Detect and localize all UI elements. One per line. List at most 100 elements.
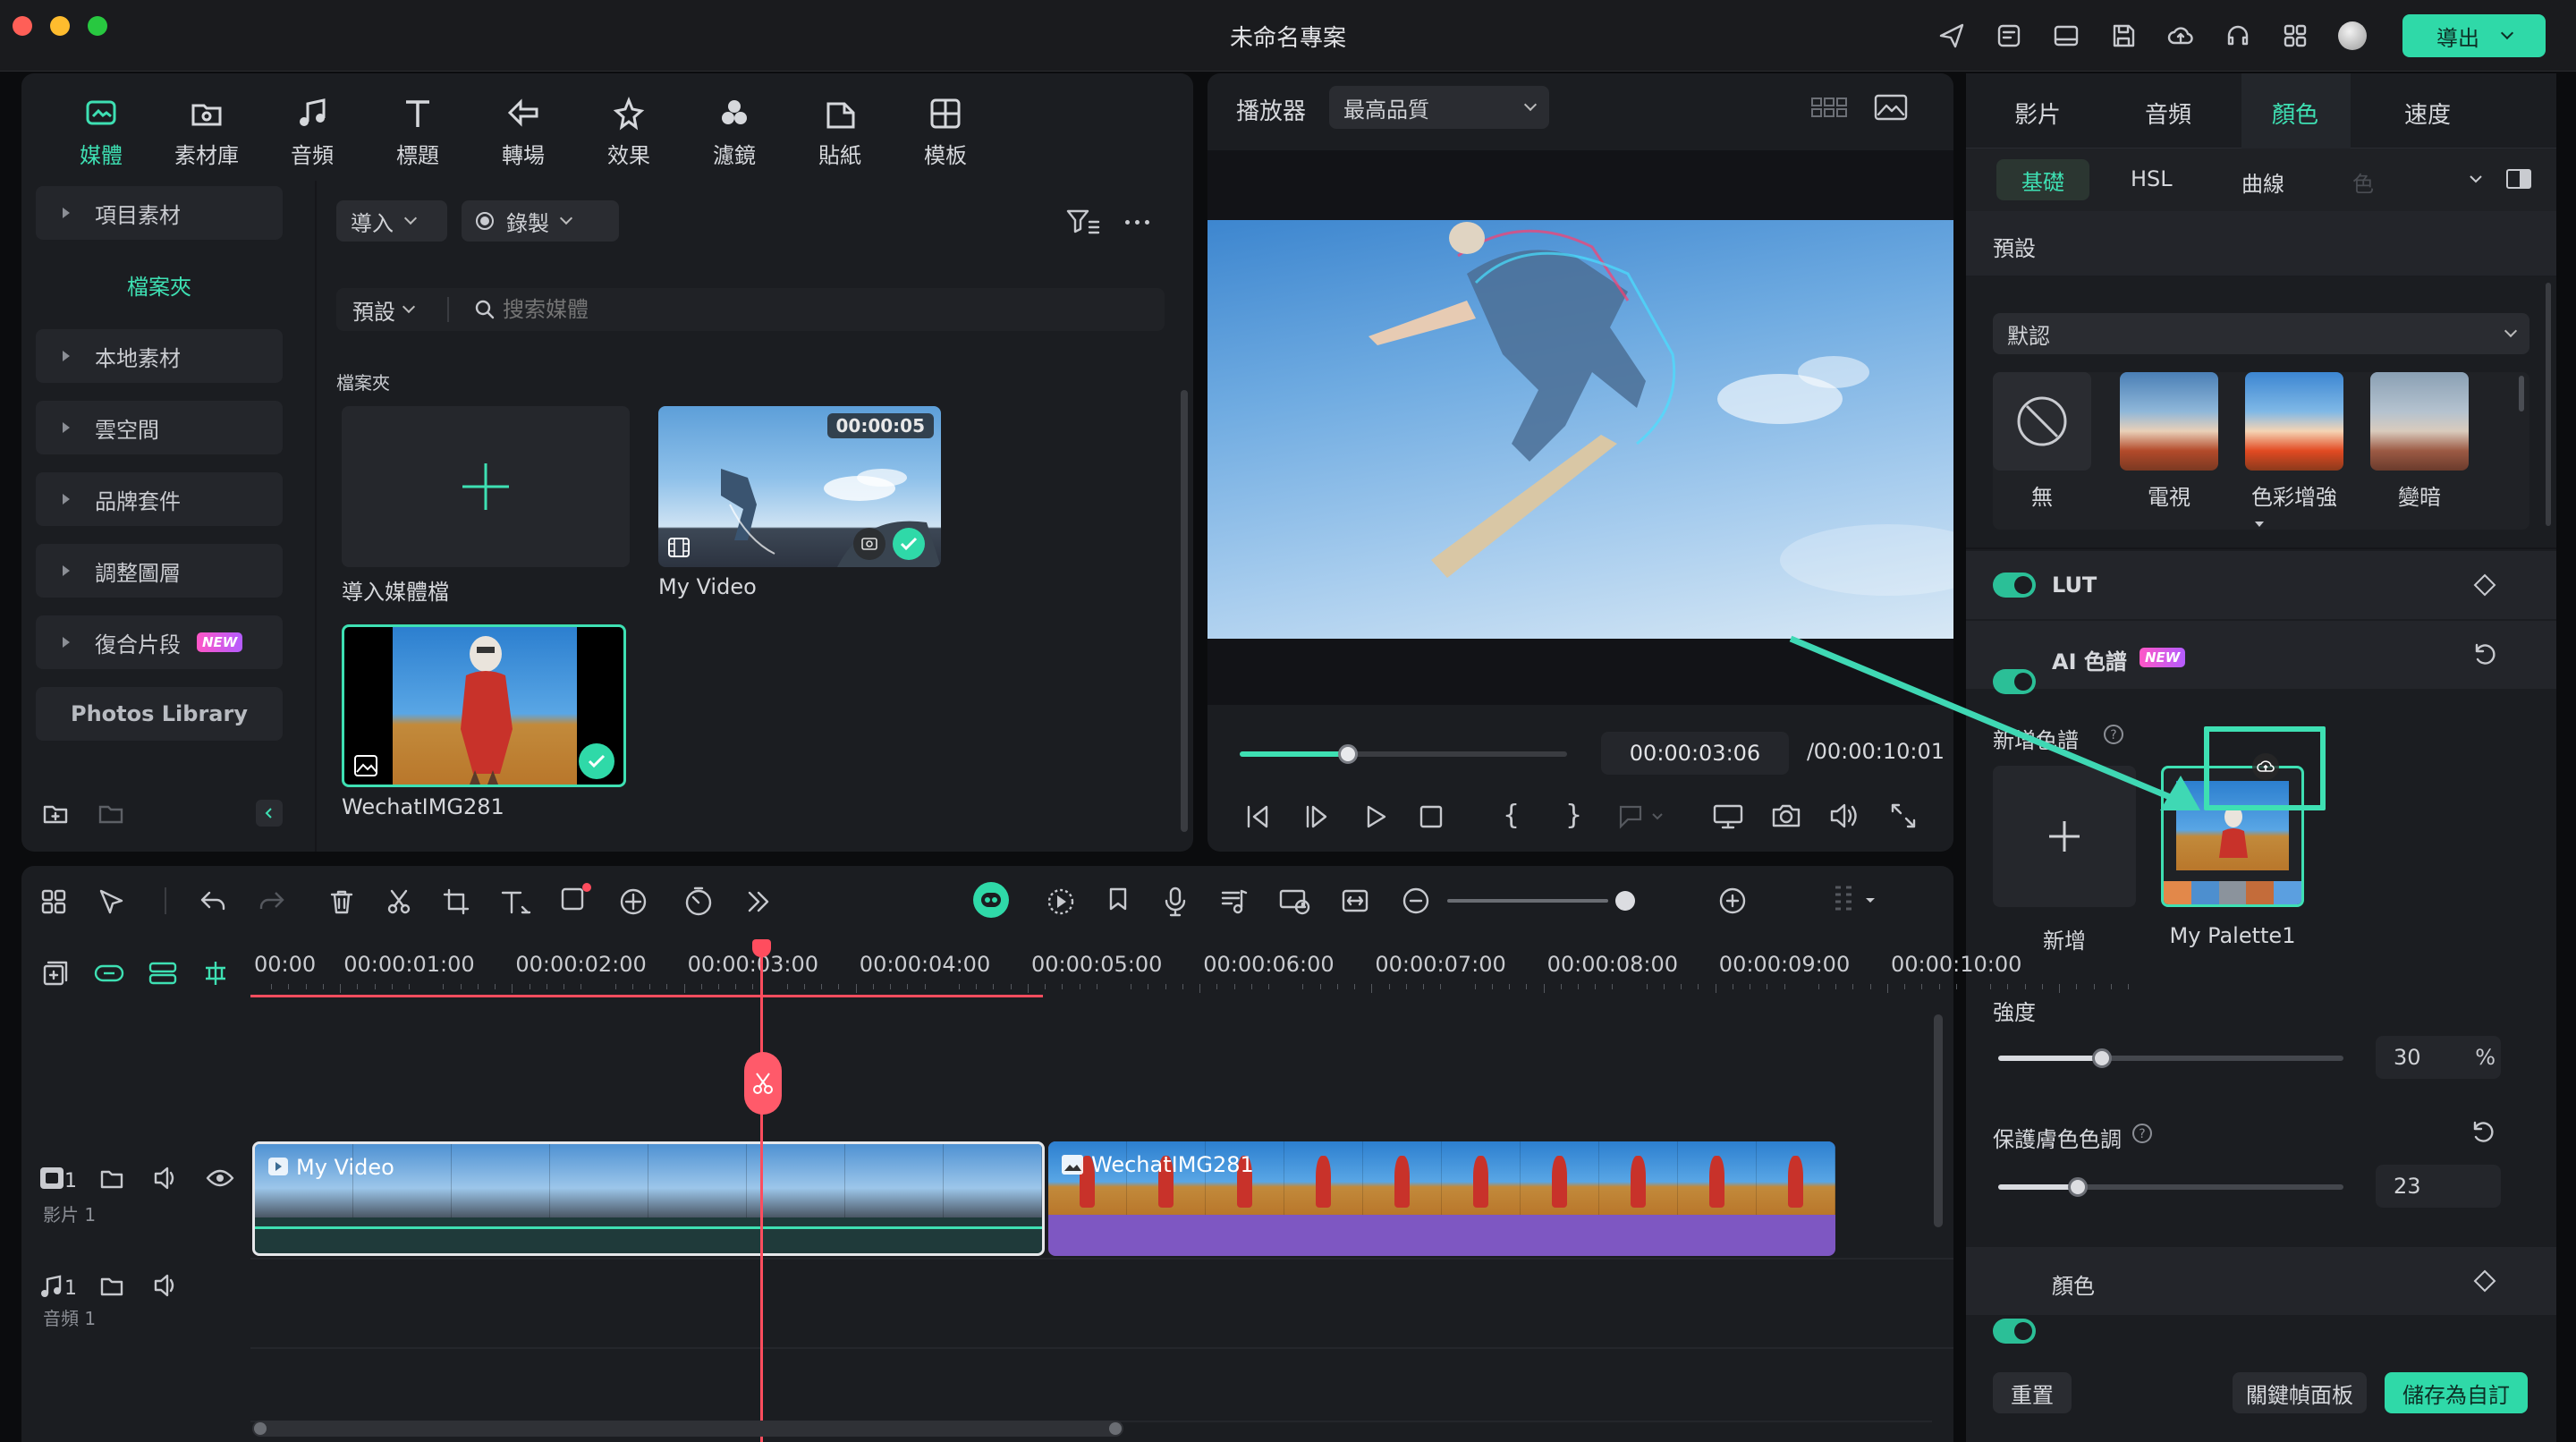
send-icon[interactable] xyxy=(1937,21,1966,50)
camera-snapshot-icon[interactable] xyxy=(1771,802,1801,830)
track-manager-icon[interactable] xyxy=(147,959,179,988)
subtab-color-wheel[interactable]: 色 xyxy=(2352,166,2374,198)
preset-color-enhance[interactable] xyxy=(2245,372,2343,471)
sidebar-item-adjustment-layer[interactable]: 調整圖層 xyxy=(36,544,283,598)
split-at-playhead-button[interactable] xyxy=(744,1052,782,1115)
next-frame-icon[interactable] xyxy=(1302,803,1331,830)
fullscreen-icon[interactable] xyxy=(1889,802,1918,830)
help-icon[interactable]: ? xyxy=(2102,723,2125,746)
nav-item-effects-star[interactable]: 效果 xyxy=(576,81,682,170)
subtab-hsl[interactable]: HSL xyxy=(2131,166,2173,191)
zoom-slider-track[interactable] xyxy=(1447,899,1608,903)
quality-dropdown[interactable]: 最高品質 xyxy=(1329,86,1549,129)
snapshot-image-icon[interactable] xyxy=(1873,93,1909,122)
nav-item-transition-arrows[interactable]: 轉場 xyxy=(470,81,576,170)
protect-skin-value-field[interactable]: 23 xyxy=(2376,1165,2501,1208)
sidebar-item-local-media[interactable]: 本地素材 xyxy=(36,329,283,383)
nav-item-filter-circles[interactable]: 濾鏡 xyxy=(682,81,787,170)
tab-speed[interactable]: 速度 xyxy=(2404,97,2451,130)
select-pointer-icon[interactable] xyxy=(97,887,127,916)
tab-audio[interactable]: 音頻 xyxy=(2145,97,2191,130)
play-icon[interactable] xyxy=(1361,803,1390,830)
display-settings-icon[interactable] xyxy=(1712,803,1744,830)
protect-skin-slider-knob[interactable] xyxy=(2067,1177,2088,1197)
add-palette-button[interactable] xyxy=(1993,766,2136,907)
import-media-tile[interactable] xyxy=(342,406,630,567)
reset-icon[interactable] xyxy=(2469,1118,2497,1147)
link-clips-icon[interactable] xyxy=(93,959,125,988)
more-options-icon[interactable] xyxy=(1125,220,1149,225)
move-folder-icon[interactable] xyxy=(97,800,125,828)
sidebar-item-project-media[interactable]: 項目素材 xyxy=(36,186,283,240)
nav-item-stock-media[interactable]: 素材庫 xyxy=(154,81,259,170)
help-icon[interactable]: ? xyxy=(2131,1122,2154,1145)
keyframe-panel-button[interactable]: 關鍵幀面板 xyxy=(2233,1372,2367,1413)
headset-icon[interactable] xyxy=(2224,21,2252,50)
stop-icon[interactable] xyxy=(1417,803,1445,830)
zoom-in-icon[interactable] xyxy=(1717,886,1748,916)
shape-record-icon[interactable] xyxy=(558,880,594,916)
zoom-out-icon[interactable] xyxy=(1401,886,1431,916)
nav-item-sticker[interactable]: 貼紙 xyxy=(787,81,893,170)
save-as-custom-button[interactable]: 儲存為自訂 xyxy=(2385,1372,2528,1413)
collapse-sidebar-button[interactable] xyxy=(256,800,283,827)
timeline-horizontal-scrollbar[interactable] xyxy=(252,1421,1123,1437)
keyframe-diamond-icon[interactable] xyxy=(2472,1268,2497,1294)
timeline-clip-wechat-img[interactable]: WechatIMG281 xyxy=(1048,1141,1835,1256)
nav-item-text-t[interactable]: 標題 xyxy=(365,81,470,170)
ai-copilot-icon[interactable] xyxy=(973,882,1009,918)
shield-mark-icon[interactable] xyxy=(1104,886,1132,916)
fit-timeline-icon[interactable] xyxy=(1340,886,1370,916)
text-tool-icon[interactable] xyxy=(499,887,535,916)
subtab-curves[interactable]: 曲線 xyxy=(2241,166,2284,198)
compare-view-icon[interactable] xyxy=(2504,166,2533,191)
media-scrollbar[interactable] xyxy=(1181,390,1188,832)
timeline-settings-icon[interactable] xyxy=(1830,882,1877,918)
task-list-icon[interactable] xyxy=(1995,21,2023,50)
export-button[interactable]: 導出 xyxy=(2402,14,2546,57)
import-dropdown[interactable]: 導入 xyxy=(336,200,447,242)
track-volume-icon[interactable] xyxy=(152,1165,181,1192)
folder-lock-icon[interactable] xyxy=(98,1165,125,1192)
auto-highlight-icon[interactable] xyxy=(1045,886,1077,918)
delete-icon[interactable] xyxy=(327,887,356,916)
sort-dropdown[interactable]: 預設 xyxy=(352,288,416,331)
previous-frame-icon[interactable] xyxy=(1243,803,1272,830)
cloud-upload-icon[interactable] xyxy=(2166,21,2195,50)
scissors-split-icon[interactable] xyxy=(385,887,413,916)
track-volume-icon[interactable] xyxy=(152,1272,181,1299)
sidebar-item-compound-clip[interactable]: 復合片段 NEW xyxy=(36,615,283,669)
save-icon[interactable] xyxy=(2109,21,2138,50)
chevron-down-icon[interactable] xyxy=(2467,170,2485,188)
redo-icon[interactable] xyxy=(256,887,286,916)
volume-icon[interactable] xyxy=(1828,802,1860,830)
screen-record-icon[interactable] xyxy=(1277,886,1313,918)
microphone-icon[interactable] xyxy=(1161,886,1190,918)
crop-icon[interactable] xyxy=(442,887,470,916)
reset-icon[interactable] xyxy=(2470,640,2499,669)
track-visibility-icon[interactable] xyxy=(206,1166,234,1190)
media-clip-my-video[interactable]: 00:00:05 xyxy=(658,406,941,567)
strength-slider-knob[interactable] xyxy=(2091,1048,2112,1068)
preset-none[interactable] xyxy=(1993,372,2091,471)
mask-tool-icon[interactable] xyxy=(617,886,653,918)
add-track-icon[interactable] xyxy=(41,959,70,988)
media-clip-wechat-img[interactable] xyxy=(342,624,626,787)
timeline-clip-my-video[interactable]: My Video xyxy=(252,1141,1045,1256)
subtab-basic[interactable]: 基礎 xyxy=(1996,159,2089,200)
search-input[interactable] xyxy=(503,293,1129,326)
strength-value-field[interactable]: 30 % xyxy=(2376,1036,2501,1079)
speed-timer-icon[interactable] xyxy=(682,886,716,918)
keyframe-diamond-icon[interactable] xyxy=(2472,573,2497,598)
record-dropdown[interactable]: 錄製 xyxy=(462,200,619,242)
undo-icon[interactable] xyxy=(199,887,229,916)
audio-mix-icon[interactable] xyxy=(1218,886,1249,918)
layout-mode-icon[interactable] xyxy=(39,887,68,916)
new-folder-icon[interactable] xyxy=(41,800,70,828)
filter-sort-icon[interactable] xyxy=(1066,208,1100,238)
color-toggle[interactable] xyxy=(1993,1319,2036,1344)
preset-scrollbar[interactable] xyxy=(2519,376,2524,411)
timeline-ruler[interactable]: 00:00 00:00:01:00 00:00:02:00 00:00:03:00 00… xyxy=(254,936,2129,993)
sidebar-item-brand-kit[interactable]: 品牌套件 xyxy=(36,472,283,526)
timeline-vertical-scrollbar[interactable] xyxy=(1934,1014,1943,1227)
